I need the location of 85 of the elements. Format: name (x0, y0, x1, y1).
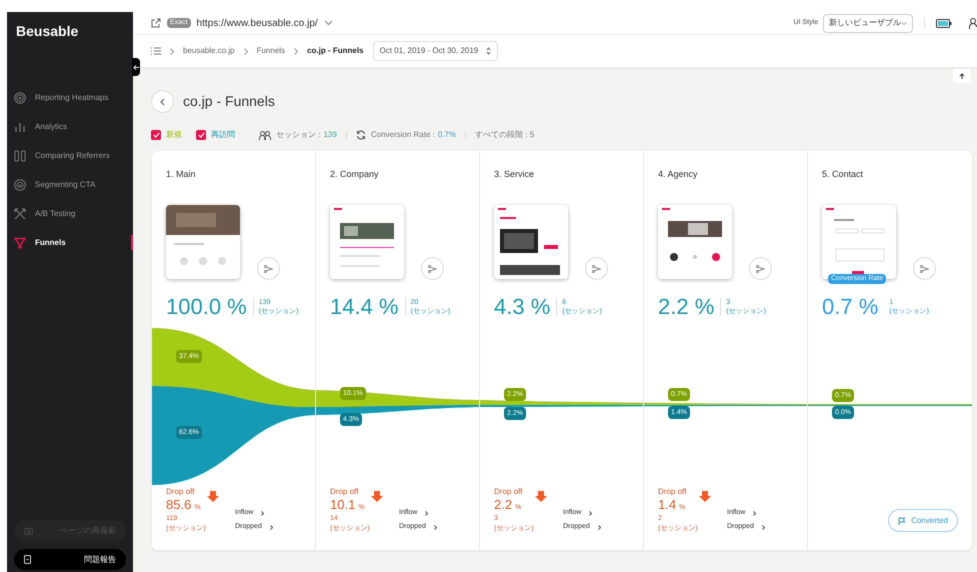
filter-label: 新規 (166, 129, 182, 141)
date-range-picker[interactable]: Oct 01, 2019 - Oct 30, 2019 (372, 41, 498, 61)
chevron-right-icon (244, 48, 248, 54)
chevron-right-icon (762, 524, 765, 530)
chevron-right-icon (753, 510, 756, 516)
conversion-rate-label: Conversion Rate : (370, 129, 435, 141)
report-issue-button[interactable]: 問題報告 (14, 549, 126, 570)
document-icon (24, 555, 31, 564)
conversion-rate-value: 0.7% (438, 129, 456, 141)
chevron-right-icon (170, 48, 174, 54)
brand-logo: Beusable (16, 23, 78, 39)
people-icon (259, 130, 271, 140)
drop-off-label: Drop off (494, 487, 524, 497)
chevron-down-icon (901, 20, 907, 26)
drop-off-percentage: 85.6 (166, 497, 192, 513)
menu-icon[interactable] (151, 47, 161, 55)
checkmark-icon (152, 132, 160, 138)
step-title: 3. Service (494, 169, 534, 179)
arrow-down-icon (371, 491, 383, 502)
chevron-right-icon (598, 524, 601, 530)
columns-icon (14, 150, 26, 162)
chevron-right-icon (434, 524, 437, 530)
scroll-up-button[interactable] (953, 69, 971, 83)
chevron-down-icon[interactable] (324, 20, 333, 26)
sidebar-item[interactable]: Comparing Referrers (7, 141, 133, 170)
share-button[interactable] (913, 257, 936, 280)
chevron-right-icon (425, 510, 428, 516)
chevron-right-icon (270, 524, 273, 530)
funnel-icon (14, 236, 26, 248)
arrow-left-icon (132, 64, 140, 70)
page-title: co.jp - Funnels (183, 92, 275, 111)
step-percentage: 100.0 % (166, 293, 247, 321)
arrow-down-icon (207, 491, 219, 502)
stages-count: すべての段階 : 5 (475, 129, 534, 141)
fingerprint-icon (14, 178, 26, 190)
share-button[interactable] (421, 257, 444, 280)
share-button[interactable] (585, 257, 608, 280)
camera-icon (24, 526, 33, 534)
step-title: 5. Contact (822, 169, 864, 179)
url-text: https://www.beusable.co.jp/ (196, 16, 318, 30)
drop-off-label: Drop off (330, 487, 360, 497)
crossed-tools-icon (14, 208, 26, 220)
sidebar-item[interactable]: Analytics (7, 112, 133, 141)
external-link-icon (151, 18, 161, 28)
arrow-up-icon (959, 73, 965, 79)
checkmark-icon (198, 132, 204, 138)
user-icon[interactable] (969, 18, 977, 28)
sessions-count: 139 (323, 129, 337, 141)
arrow-down-icon (535, 491, 547, 502)
drop-off-label: Drop off (658, 487, 688, 497)
filter-label: 再訪問 (211, 129, 235, 141)
step-percentage: 2.2 % (658, 293, 714, 321)
drop-off-percentage: 2.2 (494, 497, 512, 513)
sidebar-item[interactable]: Segmenting CTA (7, 170, 133, 199)
ui-style-select[interactable]: 新しいビューザブル (823, 14, 913, 32)
chevron-right-icon (294, 48, 298, 54)
step-title: 2. Company (330, 169, 379, 179)
sort-arrows-icon (486, 47, 492, 55)
step-title: 4. Agency (658, 169, 698, 179)
breadcrumb-link[interactable]: co.jp - Funnels (307, 45, 364, 57)
step-title: 1. Main (166, 169, 196, 179)
drop-off-label: Drop off (166, 487, 196, 497)
chevron-right-icon (261, 510, 264, 516)
target-icon (14, 92, 26, 104)
sidebar-item[interactable]: A/B Testing (7, 199, 133, 228)
battery-icon[interactable] (936, 18, 952, 28)
chevron-left-icon (160, 98, 165, 106)
step-percentage: 0.7 % (822, 293, 878, 321)
bar-chart-icon (14, 120, 26, 132)
step-percentage: 14.4 % (330, 293, 398, 321)
refresh-icon (356, 130, 366, 140)
share-button[interactable] (749, 257, 772, 280)
step-percentage: 4.3 % (494, 293, 550, 321)
collapse-sidebar-button[interactable] (132, 58, 140, 76)
sidebar-item[interactable]: Reporting Heatmaps (7, 83, 133, 112)
breadcrumb-link[interactable]: beusable.co.jp (183, 45, 235, 57)
drop-off-percentage: 1.4 (658, 497, 676, 513)
sessions-label: セッション : (276, 129, 320, 141)
flag-icon (898, 516, 906, 524)
drop-off-percentage: 10.1 (330, 497, 356, 513)
share-button[interactable] (257, 257, 280, 280)
sidebar-item[interactable]: Funnels (7, 228, 133, 257)
breadcrumb-link[interactable]: Funnels (256, 45, 286, 57)
arrow-down-icon (699, 491, 711, 502)
chevron-right-icon (589, 510, 592, 516)
